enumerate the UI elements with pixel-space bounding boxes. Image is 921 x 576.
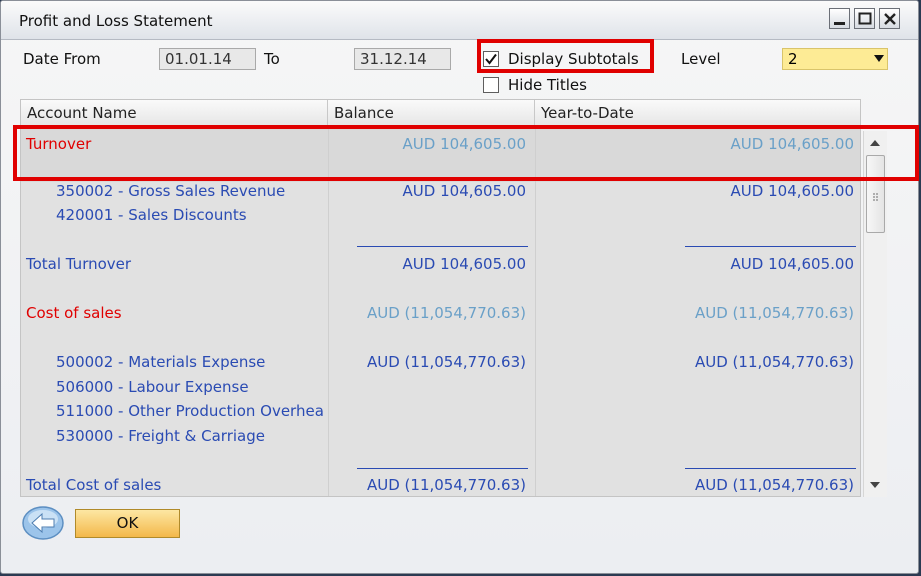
date-to-field[interactable]: 31.12.14 [354,48,451,70]
ytd-cell: AUD (11,054,770.63) [694,476,854,494]
column-divider [535,126,536,496]
scroll-up-icon[interactable] [864,133,886,153]
ytd-cell: AUD (11,054,770.63) [694,304,854,322]
display-subtotals-label: Display Subtotals [508,50,639,68]
ytd-cell: AUD (11,054,770.63) [694,353,854,371]
account-name-cell[interactable]: 350002 - Gross Sales Revenue [56,182,285,200]
vertical-scrollbar[interactable] [863,131,887,497]
scroll-down-icon[interactable] [864,475,886,495]
date-from-label: Date From [23,50,101,68]
account-name-cell: Cost of sales [26,304,122,322]
subtotal-underline [357,246,528,247]
statement-grid: Account Name Balance Year-to-Date Turnov… [20,99,861,497]
column-header-year-to-date[interactable]: Year-to-Date [535,100,860,126]
account-name-cell: Turnover [26,135,92,153]
minimize-icon[interactable] [829,8,850,29]
account-name-cell[interactable]: 511000 - Other Production Overhea [56,402,327,420]
account-name-cell: Total Cost of sales [26,476,162,494]
account-name-cell[interactable]: 500002 - Materials Expense [56,353,265,371]
close-icon[interactable] [879,8,900,29]
balance-cell: AUD 104,605.00 [402,135,526,153]
ytd-cell: AUD 104,605.00 [730,255,854,273]
scroll-thumb[interactable] [866,155,885,233]
hide-titles-label: Hide Titles [508,76,587,94]
balance-cell: AUD (11,054,770.63) [366,476,526,494]
title-bar[interactable]: Profit and Loss Statement [1,1,918,40]
balance-cell: AUD 104,605.00 [402,255,526,273]
hide-titles-checkbox[interactable] [483,77,499,93]
level-label: Level [681,50,721,68]
level-value: 2 [788,50,798,68]
level-dropdown[interactable]: 2 [782,48,888,70]
account-name-cell[interactable]: 506000 - Labour Expense [56,378,249,396]
ytd-cell: AUD 104,605.00 [730,182,854,200]
column-divider [328,126,329,496]
maximize-icon[interactable] [854,8,875,29]
subtotal-underline [685,246,856,247]
profit-loss-window: Profit and Loss Statement Date From 01.0… [0,0,919,574]
column-header-balance[interactable]: Balance [328,100,535,126]
dropdown-arrow-icon[interactable] [874,55,884,62]
checkmark-icon [485,53,497,65]
date-to-label: To [264,50,280,68]
window-title: Profit and Loss Statement [19,12,213,30]
ytd-cell: AUD 104,605.00 [730,135,854,153]
grip-icon [873,193,878,201]
subtotal-underline [357,468,528,469]
account-name-cell[interactable]: 420001 - Sales Discounts [56,206,247,224]
ok-button[interactable]: OK [75,509,180,538]
back-arrow-icon[interactable] [21,505,65,541]
account-name-cell: Total Turnover [26,255,132,273]
balance-cell: AUD (11,054,770.63) [366,304,526,322]
subtotal-underline [685,468,856,469]
account-name-cell[interactable]: 530000 - Freight & Carriage [56,427,265,445]
balance-cell: AUD 104,605.00 [402,182,526,200]
column-header-account-name[interactable]: Account Name [21,100,328,126]
display-subtotals-checkbox[interactable] [483,51,499,67]
date-from-field[interactable]: 01.01.14 [159,48,256,70]
grid-header: Account Name Balance Year-to-Date [21,100,860,127]
balance-cell: AUD (11,054,770.63) [366,353,526,371]
